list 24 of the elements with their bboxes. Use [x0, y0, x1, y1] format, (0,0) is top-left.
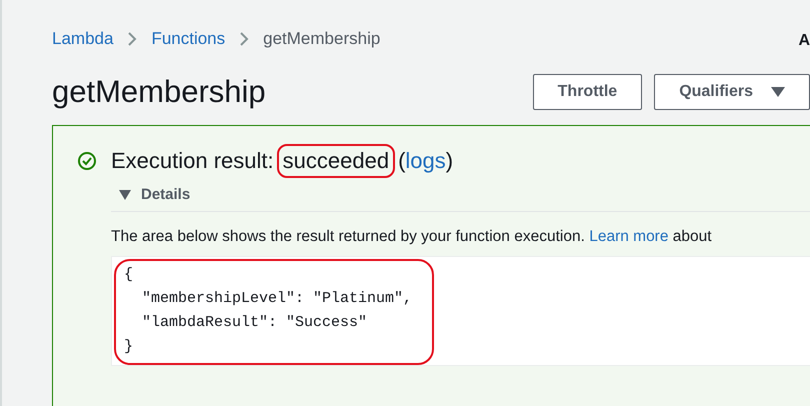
- breadcrumb-link[interactable]: Functions: [151, 29, 226, 49]
- check-circle-icon: [77, 151, 97, 171]
- caret-down-icon: [771, 87, 785, 97]
- logs-link[interactable]: logs: [405, 148, 446, 174]
- chevron-right-icon: [127, 31, 138, 47]
- code-line: {: [124, 265, 134, 285]
- header-text: A: [798, 32, 810, 50]
- code-line: }: [124, 337, 134, 357]
- caret-down-icon: [119, 190, 131, 200]
- breadcrumb-link[interactable]: Lambda: [52, 29, 114, 49]
- qualifiers-dropdown[interactable]: Qualifiers: [654, 74, 810, 110]
- learn-more-link[interactable]: Learn more: [589, 228, 668, 245]
- page-title: getMembership: [52, 74, 267, 110]
- code-line: "membershipLevel": "Platinum",: [141, 289, 414, 309]
- throttle-button[interactable]: Throttle: [532, 74, 642, 110]
- paren-text: ): [446, 148, 454, 174]
- status-text: succeeded: [280, 148, 392, 174]
- paren-text: (: [398, 148, 406, 174]
- breadcrumb-current: getMembership: [263, 29, 380, 49]
- details-toggle[interactable]: Details: [111, 186, 190, 203]
- description-text: The area below shows the result returned by your function execution. Learn more about: [111, 228, 713, 246]
- chevron-right-icon: [239, 31, 250, 47]
- result-label: Execution result:: [111, 148, 274, 174]
- code-line: "lambdaResult": "Success": [141, 313, 368, 333]
